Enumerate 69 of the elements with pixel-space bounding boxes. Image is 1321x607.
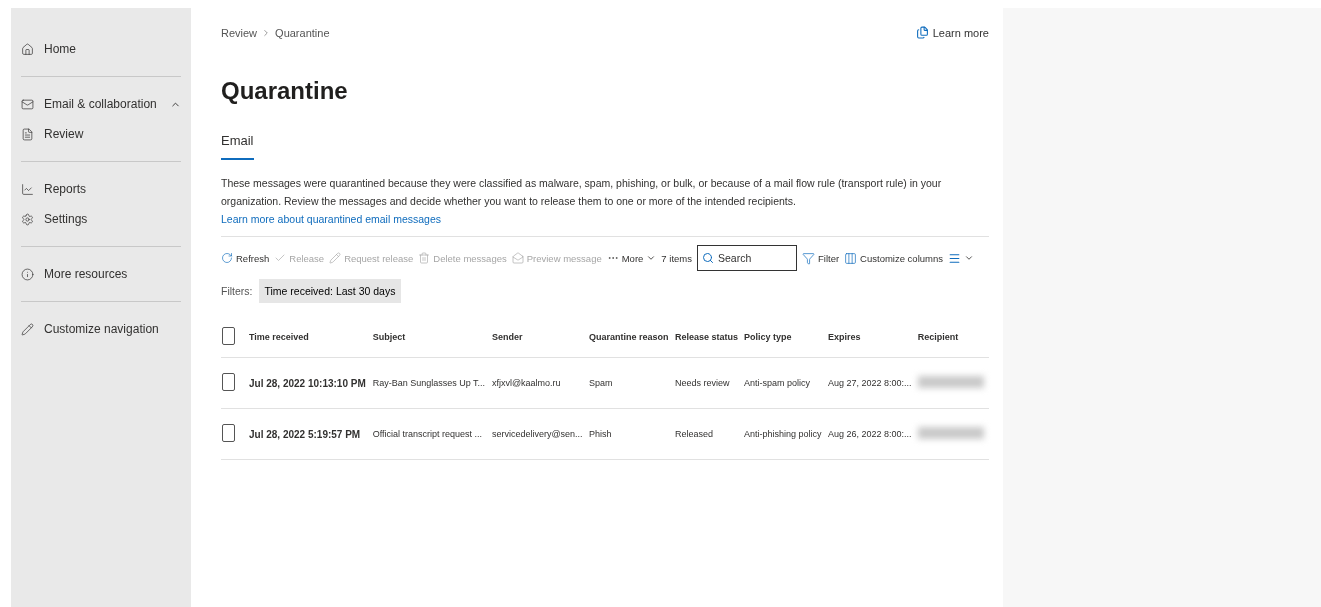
table-cell: Spam (588, 357, 674, 409)
description-text: These messages were quarantined because they were classified as malware, spam, phishing, or bulk, or because of a mail flow rule (transport rule) in your organization. Review the messages and decide whether you want to release them to one or more of the intended recipients. Learn more about quarantined email messages (221, 176, 943, 227)
row-checkbox[interactable] (222, 373, 235, 391)
nav-item[interactable]: Home (21, 34, 181, 64)
table-cell: Aug 26, 2022 8:00:... (826, 408, 917, 460)
table-cell: xfjxvl@kaalmo.ru (490, 357, 589, 409)
breadcrumb-link[interactable]: Quarantine (275, 26, 330, 39)
learn-more-link[interactable]: Learn more about quarantined email messages (221, 213, 442, 225)
check-icon (274, 252, 287, 264)
view-menu-button[interactable] (948, 251, 974, 265)
column-header[interactable]: Policy type (743, 317, 827, 358)
column-header[interactable]: Quarantine reason (588, 317, 674, 358)
info-icon (21, 267, 34, 281)
breadcrumb-link[interactable]: Review (221, 26, 258, 39)
table-cell: Anti-spam policy (743, 357, 827, 409)
column-header[interactable]: Release status (673, 317, 744, 358)
nav-item[interactable]: Reports (21, 174, 181, 204)
table-cell: Anti-phishing policy (743, 408, 827, 460)
select-all-checkbox[interactable] (222, 327, 235, 345)
column-header[interactable]: Subject (371, 317, 491, 358)
nav-item[interactable]: Settings (21, 204, 181, 234)
page-title: Quarantine (221, 77, 349, 105)
menu-icon (948, 251, 961, 265)
pencil-icon (21, 322, 34, 336)
table-cell: Jul 28, 2022 5:19:57 PM (248, 408, 372, 460)
redacted-text (917, 427, 984, 439)
mail-icon (21, 97, 34, 111)
table-cell: servicedelivery@sen... (490, 408, 589, 460)
nav-item[interactable]: Email & collaboration (21, 89, 181, 119)
filter-icon (802, 251, 815, 265)
filter-button[interactable]: Filter (802, 251, 840, 265)
toolbar-button[interactable]: Refresh (221, 252, 270, 264)
filter-chip[interactable]: Time received: Last 30 days (258, 279, 402, 303)
trash-icon (418, 252, 431, 264)
table-cell: Phish (588, 408, 674, 460)
columns-icon (844, 251, 858, 265)
refresh-icon (221, 252, 233, 264)
column-header[interactable]: Time received (248, 317, 372, 358)
row-checkbox[interactable] (222, 424, 235, 442)
settings-icon (21, 212, 34, 226)
table-cell: Aug 27, 2022 8:00:... (826, 357, 917, 409)
column-header[interactable]: Sender (490, 317, 589, 358)
table-cell: Ray-Ban Sunglasses Up T... (371, 357, 491, 409)
table-cell: Official transcript request ... (371, 408, 491, 460)
pencil-icon (329, 252, 342, 264)
tab[interactable]: Email (221, 133, 254, 160)
nav-item[interactable]: Customize navigation (21, 314, 181, 344)
redacted-text (917, 376, 984, 388)
nav-item[interactable]: Review (21, 119, 181, 149)
search-icon (702, 252, 714, 264)
learn-more-link[interactable]: Learn more (915, 26, 989, 39)
home-icon (21, 42, 34, 56)
document-icon (915, 26, 929, 39)
chart-icon (21, 182, 34, 196)
toolbar-button[interactable]: More (606, 252, 657, 264)
envelope-icon (511, 252, 524, 264)
chevron-down-icon (646, 253, 657, 263)
nav-item[interactable]: More resources (21, 259, 181, 289)
table-cell: Released (673, 408, 744, 460)
chevron-down-icon (964, 253, 974, 263)
column-header[interactable]: Expires (826, 317, 917, 358)
table-cell: Needs review (673, 357, 744, 409)
filters-label: Filters: (221, 285, 253, 297)
search-field[interactable]: Search (697, 245, 797, 271)
customize-columns-button[interactable]: Customize columns (844, 251, 943, 265)
item-count: 7 items (661, 252, 692, 264)
column-header[interactable]: Recipient (916, 317, 989, 358)
document-icon (21, 127, 34, 141)
table-cell: Jul 28, 2022 10:13:10 PM (248, 357, 372, 409)
